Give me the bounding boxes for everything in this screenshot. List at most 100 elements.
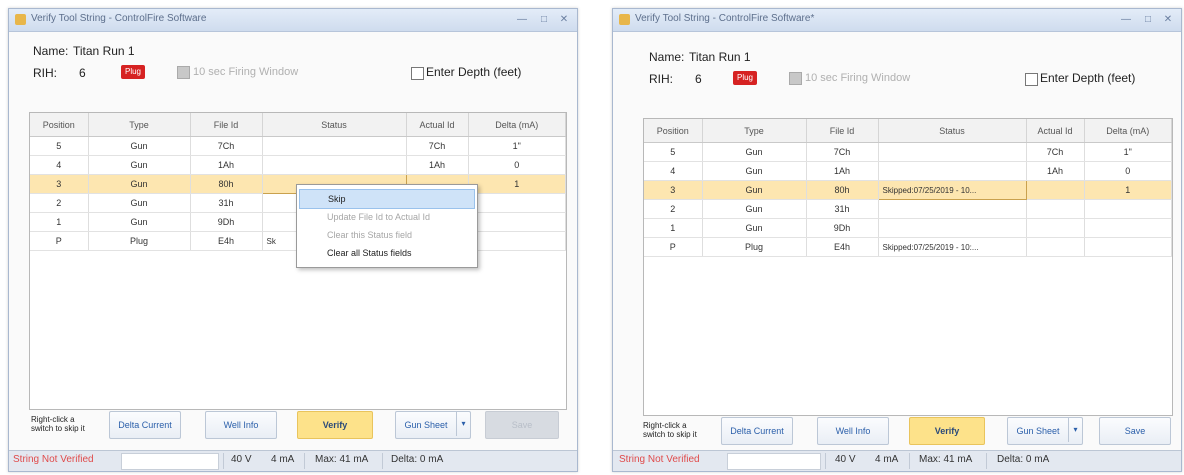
well-info-button[interactable]: Well Info bbox=[205, 411, 277, 439]
dropdown-arrow-icon[interactable]: ▾ bbox=[456, 412, 470, 436]
verification-status: String Not Verified bbox=[13, 454, 94, 465]
cell-delta: 1 bbox=[1084, 180, 1172, 200]
cell-file-id: 9Dh bbox=[190, 212, 263, 232]
status-separator bbox=[382, 453, 383, 469]
menu-item-skip[interactable]: Skip bbox=[299, 189, 475, 209]
cell-status[interactable] bbox=[878, 218, 1027, 238]
col-header-position[interactable]: Position bbox=[30, 113, 89, 137]
firing-window-checkbox bbox=[177, 66, 190, 79]
cell-actual-id bbox=[1026, 199, 1085, 219]
cell-type: Gun bbox=[702, 161, 807, 181]
col-header-file-id[interactable]: File Id bbox=[806, 119, 879, 143]
close-icon[interactable]: ✕ bbox=[555, 13, 573, 27]
gun-sheet-split-button[interactable]: Gun Sheet ▾ bbox=[1007, 417, 1083, 445]
maximize-icon[interactable]: □ bbox=[535, 13, 553, 27]
cell-actual-id: 1Ah bbox=[1026, 161, 1085, 181]
maximize-icon[interactable]: □ bbox=[1139, 13, 1157, 27]
table-row[interactable]: 1 Gun 9Dh bbox=[644, 218, 1172, 238]
cell-actual-id bbox=[1026, 237, 1085, 257]
cell-delta bbox=[468, 212, 566, 232]
status-field-blank bbox=[727, 453, 821, 470]
cell-type: Gun bbox=[88, 193, 191, 213]
save-button[interactable]: Save bbox=[1099, 417, 1171, 445]
status-field-blank bbox=[121, 453, 219, 470]
plug-badge: Plug bbox=[733, 71, 757, 85]
col-header-type[interactable]: Type bbox=[88, 113, 191, 137]
cell-status[interactable]: Skipped:07/25/2019 - 10:... bbox=[878, 237, 1027, 257]
cell-status[interactable]: Skipped:07/25/2019 - 10... bbox=[877, 180, 1027, 200]
col-header-delta[interactable]: Delta (mA) bbox=[1084, 119, 1172, 143]
cell-file-id: 9Dh bbox=[806, 218, 879, 238]
enter-depth-checkbox[interactable] bbox=[411, 67, 424, 80]
voltage-readout: 40 V bbox=[835, 454, 856, 465]
verify-button[interactable]: Verify bbox=[909, 417, 985, 445]
title-bar[interactable]: Verify Tool String - ControlFire Softwar… bbox=[613, 9, 1181, 32]
minimize-icon[interactable]: — bbox=[513, 13, 531, 27]
table-row[interactable]: P Plug E4h Skipped:07/25/2019 - 10:... bbox=[644, 237, 1172, 257]
app-icon bbox=[15, 14, 26, 25]
col-header-status[interactable]: Status bbox=[262, 113, 407, 137]
enter-depth-label[interactable]: Enter Depth (feet) bbox=[426, 65, 521, 79]
status-separator bbox=[223, 453, 224, 469]
voltage-readout: 40 V bbox=[231, 454, 252, 465]
cell-position: 3 bbox=[30, 174, 89, 194]
gun-sheet-label: Gun Sheet bbox=[404, 420, 448, 430]
cell-delta bbox=[1084, 199, 1172, 219]
rih-label: RIH: bbox=[649, 72, 673, 86]
cell-actual-id bbox=[1026, 218, 1085, 238]
table-row[interactable]: 5 Gun 7Ch 7Ch 1" bbox=[644, 142, 1172, 162]
table-row[interactable]: 5 Gun 7Ch 7Ch 1" bbox=[30, 136, 566, 156]
table-row-selected[interactable]: 3 Gun 80h Skipped:07/25/2019 - 10... 1 bbox=[644, 180, 1172, 200]
cell-status[interactable] bbox=[262, 136, 407, 156]
max-current-readout: Max: 41 mA bbox=[315, 454, 369, 465]
col-header-actual-id[interactable]: Actual Id bbox=[1026, 119, 1085, 143]
max-current-readout: Max: 41 mA bbox=[919, 454, 973, 465]
cell-status[interactable] bbox=[878, 161, 1027, 181]
delta-current-button[interactable]: Delta Current bbox=[721, 417, 793, 445]
col-header-status[interactable]: Status bbox=[878, 119, 1027, 143]
cell-position: 2 bbox=[644, 199, 703, 219]
well-info-button[interactable]: Well Info bbox=[817, 417, 889, 445]
col-header-actual-id[interactable]: Actual Id bbox=[406, 113, 469, 137]
table-row[interactable]: 2 Gun 31h bbox=[644, 199, 1172, 219]
cell-delta: 1 bbox=[468, 174, 566, 194]
table-row[interactable]: 4 Gun 1Ah 1Ah 0 bbox=[30, 155, 566, 175]
cell-file-id: 80h bbox=[190, 174, 263, 194]
cell-status[interactable] bbox=[262, 155, 407, 175]
enter-depth-label[interactable]: Enter Depth (feet) bbox=[1040, 71, 1135, 85]
cell-position: P bbox=[644, 237, 703, 257]
minimize-icon[interactable]: — bbox=[1117, 13, 1135, 27]
col-header-file-id[interactable]: File Id bbox=[190, 113, 263, 137]
cell-position: 3 bbox=[644, 180, 703, 200]
cell-status[interactable] bbox=[878, 142, 1027, 162]
tool-string-grid: Position Type File Id Status Actual Id D… bbox=[643, 118, 1173, 416]
rih-value: 6 bbox=[79, 66, 86, 80]
cell-actual-id: 7Ch bbox=[406, 136, 469, 156]
cell-delta bbox=[1084, 237, 1172, 257]
cell-status[interactable] bbox=[878, 199, 1027, 219]
menu-item-clear-status: Clear this Status field bbox=[327, 230, 413, 240]
col-header-type[interactable]: Type bbox=[702, 119, 807, 143]
cell-file-id: 1Ah bbox=[806, 161, 879, 181]
verify-button[interactable]: Verify bbox=[297, 411, 373, 439]
menu-item-clear-all-status[interactable]: Clear all Status fields bbox=[299, 244, 475, 262]
close-icon[interactable]: ✕ bbox=[1159, 13, 1177, 27]
name-label: Name: bbox=[649, 50, 685, 64]
gun-sheet-split-button[interactable]: Gun Sheet ▾ bbox=[395, 411, 471, 439]
status-bar: String Not Verified 40 V 4 mA Max: 41 mA… bbox=[613, 450, 1181, 471]
gun-sheet-label: Gun Sheet bbox=[1016, 426, 1060, 436]
dropdown-arrow-icon[interactable]: ▾ bbox=[1068, 418, 1082, 442]
delta-current-button[interactable]: Delta Current bbox=[109, 411, 181, 439]
skip-hint: Right-click a switch to skip it bbox=[643, 421, 697, 439]
cell-position: 1 bbox=[30, 212, 89, 232]
col-header-position[interactable]: Position bbox=[644, 119, 703, 143]
col-header-delta[interactable]: Delta (mA) bbox=[468, 113, 566, 137]
firing-window-label: 10 sec Firing Window bbox=[805, 72, 911, 84]
status-separator bbox=[909, 453, 910, 469]
save-button: Save bbox=[485, 411, 559, 439]
table-row[interactable]: 4 Gun 1Ah 1Ah 0 bbox=[644, 161, 1172, 181]
title-bar[interactable]: Verify Tool String - ControlFire Softwar… bbox=[9, 9, 577, 32]
delta-readout: Delta: 0 mA bbox=[391, 454, 444, 465]
enter-depth-checkbox[interactable] bbox=[1025, 73, 1038, 86]
firing-window-checkbox bbox=[789, 72, 802, 85]
